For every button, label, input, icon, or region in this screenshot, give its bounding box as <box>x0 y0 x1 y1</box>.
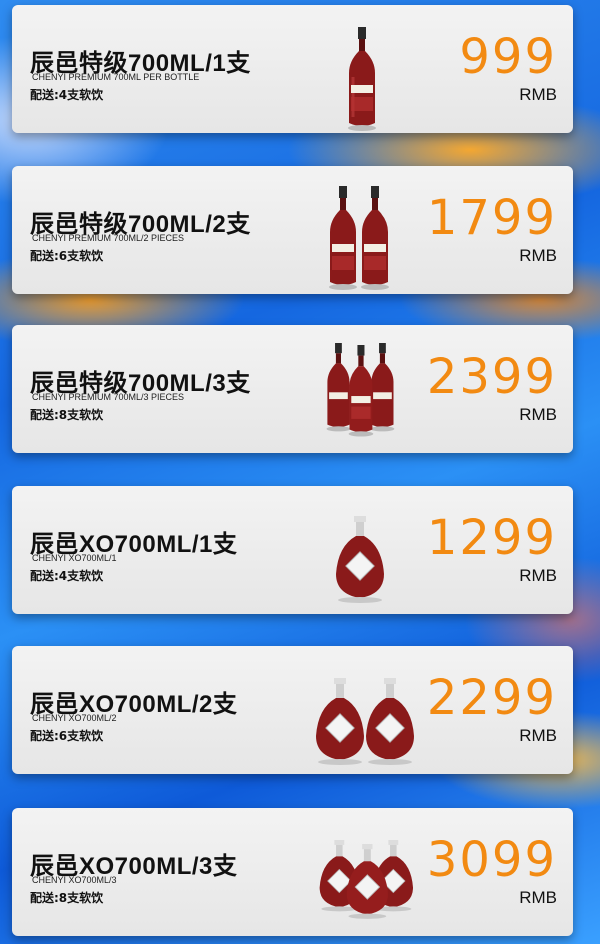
product-card[interactable]: 辰邑XO700ML/3支 CHENYI XO700ML/3 配送:8支软饮 30… <box>12 808 573 936</box>
premium-bottle-icon <box>326 343 395 437</box>
currency-label: RMB <box>519 888 557 907</box>
product-subtitle: CHENYI XO700ML/1 <box>32 553 117 563</box>
product-card[interactable]: 辰邑XO700ML/1支 CHENYI XO700ML/1 配送:4支软饮 12… <box>12 486 573 614</box>
price: 999 <box>459 29 557 85</box>
delivery-note: 配送:4支软饮 <box>30 569 104 583</box>
delivery-note: 配送:8支软饮 <box>30 408 104 422</box>
premium-bottle-icon <box>348 27 376 131</box>
product-card[interactable]: 辰邑特级700ML/2支 CHENYI PREMIUM 700ML/2 PIEC… <box>12 166 573 294</box>
xo-bottle-icon <box>316 678 414 765</box>
xo-bottle-icon <box>319 840 413 919</box>
delivery-note: 配送:8支软饮 <box>30 891 104 905</box>
product-subtitle: CHENYI XO700ML/2 <box>32 713 117 723</box>
price: 1299 <box>426 510 557 566</box>
price: 2299 <box>426 670 557 726</box>
price: 3099 <box>426 832 557 888</box>
product-card[interactable]: 辰邑特级700ML/3支 CHENYI PREMIUM 700ML/3 PIEC… <box>12 325 573 453</box>
product-subtitle: CHENYI PREMIUM 700ML PER BOTTLE <box>32 72 200 82</box>
delivery-note: 配送:6支软饮 <box>30 249 104 263</box>
xo-bottle-icon <box>336 516 384 603</box>
premium-bottle-icon <box>329 186 389 290</box>
currency-label: RMB <box>519 405 557 424</box>
currency-label: RMB <box>519 726 557 745</box>
delivery-note: 配送:4支软饮 <box>30 88 104 102</box>
price: 2399 <box>426 349 557 405</box>
product-card[interactable]: 辰邑特级700ML/1支 CHENYI PREMIUM 700ML PER BO… <box>12 5 573 133</box>
product-subtitle: CHENYI PREMIUM 700ML/3 PIECES <box>32 392 185 402</box>
currency-label: RMB <box>519 566 557 585</box>
currency-label: RMB <box>519 246 557 265</box>
product-subtitle: CHENYI PREMIUM 700ML/2 PIECES <box>32 233 185 243</box>
price: 1799 <box>426 190 557 246</box>
product-list-page: { "products": [ {"title":"辰邑特级700ML/1支",… <box>0 0 600 944</box>
product-subtitle: CHENYI XO700ML/3 <box>32 875 117 885</box>
currency-label: RMB <box>519 85 557 104</box>
product-card[interactable]: 辰邑XO700ML/2支 CHENYI XO700ML/2 配送:6支软饮 22… <box>12 646 573 774</box>
delivery-note: 配送:6支软饮 <box>30 729 104 743</box>
